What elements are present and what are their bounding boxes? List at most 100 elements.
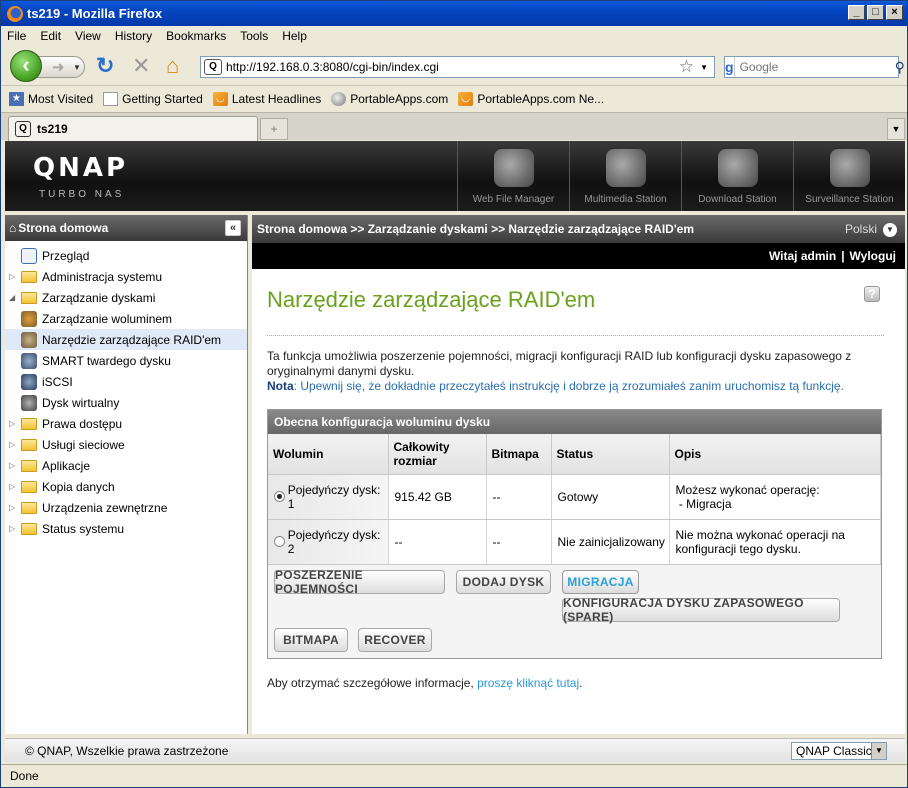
sidebar-item-volume-management[interactable]: Zarządzanie woluminem — [5, 308, 247, 329]
expand-icon[interactable]: ▷ — [9, 461, 21, 470]
sidebar-item-access-rights[interactable]: ▷ Prawa dostępu — [5, 413, 247, 434]
bookmark-portableapps-news[interactable]: ◡ PortableApps.com Ne... — [458, 92, 604, 106]
expand-capacity-button[interactable]: POSZERZENIE POJEMNOŚCI — [274, 568, 445, 596]
sidebar-item-virtual-disk[interactable]: Dysk wirtualny — [5, 392, 247, 413]
chevron-down-icon[interactable]: ▼ — [871, 743, 886, 759]
app-label: Download Station — [698, 194, 777, 205]
menu-view[interactable]: View — [75, 29, 101, 43]
status-text: Done — [10, 769, 39, 783]
volume-radio[interactable] — [274, 536, 285, 547]
sidebar-item-label: Administracja systemu — [42, 269, 163, 284]
sidebar-item-backup[interactable]: ▷ Kopia danych — [5, 476, 247, 497]
sidebar-item-system-status[interactable]: ▷ Status systemu — [5, 518, 247, 539]
new-tab-button[interactable]: + — [260, 118, 288, 140]
raid-tool-icon — [21, 331, 37, 348]
welcome-text: Witaj admin — [768, 249, 837, 263]
url-dropdown-icon[interactable]: ▼ — [700, 63, 708, 72]
maximize-button[interactable]: □ — [867, 5, 884, 20]
table-row[interactable]: Pojedyńczy dysk: 2 -- -- Nie zainicjaliz… — [268, 519, 881, 565]
language-label[interactable]: Polski — [845, 222, 877, 236]
firefox-icon — [7, 5, 23, 22]
bookmark-getting-started[interactable]: Getting Started — [103, 92, 203, 106]
sidebar-item-overview[interactable]: Przegląd — [5, 245, 247, 266]
download-station-button[interactable]: Download Station — [681, 141, 793, 211]
expand-icon[interactable]: ▷ — [9, 419, 21, 428]
reload-icon[interactable]: ↻ — [96, 54, 114, 78]
menu-edit[interactable]: Edit — [40, 29, 61, 43]
expand-icon[interactable]: ▷ — [9, 272, 21, 281]
sidebar-title[interactable]: Strona domowa — [18, 221, 108, 235]
bookmarks-toolbar: ★ Most Visited Getting Started ◡ Latest He… — [1, 87, 907, 111]
recover-button[interactable]: RECOVER — [358, 628, 432, 652]
sidebar-item-applications[interactable]: ▷ Aplikacje — [5, 455, 247, 476]
virtual-disk-icon — [21, 394, 37, 411]
expand-icon[interactable]: ▷ — [9, 503, 21, 512]
forward-button[interactable]: ➜ ▼ — [37, 56, 85, 78]
language-dropdown-icon[interactable]: ▼ — [883, 223, 897, 237]
menu-bookmarks[interactable]: Bookmarks — [166, 29, 226, 43]
web-file-manager-icon — [494, 149, 534, 187]
sidebar-item-smart[interactable]: SMART twardego dysku — [5, 350, 247, 371]
sidebar-item-external-devices[interactable]: ▷ Urządzenia zewnętrzne — [5, 497, 247, 518]
sidebar-item-label: Usługi sieciowe — [42, 437, 125, 452]
google-icon[interactable]: g — [725, 57, 735, 77]
folder-icon — [21, 270, 37, 283]
search-input[interactable] — [734, 60, 895, 74]
menu-file[interactable]: File — [7, 29, 26, 43]
back-button[interactable]: ‹ — [10, 50, 42, 82]
bookmark-latest-headlines[interactable]: ◡ Latest Headlines — [212, 92, 321, 106]
add-disk-button[interactable]: DODAJ DYSK — [456, 570, 551, 594]
sidebar-item-system-admin[interactable]: ▷ Administracja systemu — [5, 266, 247, 287]
home-icon[interactable]: ⌂ — [166, 54, 179, 78]
close-button[interactable]: × — [886, 5, 903, 20]
address-bar[interactable]: Q ☆ ▼ — [200, 56, 715, 78]
stop-icon[interactable]: ✕ — [132, 54, 150, 78]
logout-link[interactable]: Wyloguj — [850, 249, 896, 263]
theme-select[interactable]: QNAP Classic ▼ — [791, 742, 887, 760]
expand-icon[interactable]: ▷ — [9, 440, 21, 449]
surveillance-station-button[interactable]: Surveillance Station — [793, 141, 905, 211]
multimedia-station-button[interactable]: Multimedia Station — [569, 141, 681, 211]
sidebar-item-disk-management[interactable]: ◢ Zarządzanie dyskami — [5, 287, 247, 308]
menu-tools[interactable]: Tools — [240, 29, 268, 43]
title-bar: ts219 - Mozilla Firefox _ □ × — [1, 1, 907, 26]
collapse-sidebar-button[interactable]: « — [225, 220, 241, 236]
more-info-link[interactable]: proszę kliknąć tutaj — [477, 676, 579, 690]
menu-history[interactable]: History — [115, 29, 152, 43]
migrate-button[interactable]: MIGRACJA — [562, 570, 639, 594]
sidebar-item-iscsi[interactable]: iSCSI — [5, 371, 247, 392]
sidebar-item-network-services[interactable]: ▷ Usługi sieciowe — [5, 434, 247, 455]
qnap-logo: QNAP — [33, 153, 129, 183]
rss-icon: ◡ — [212, 92, 228, 106]
expand-icon[interactable]: ▷ — [9, 482, 21, 491]
sidebar-item-label: iSCSI — [42, 374, 73, 389]
browser-window: ts219 - Mozilla Firefox _ □ × File Edit … — [0, 0, 908, 788]
bitmap-cell: -- — [486, 474, 552, 520]
bitmap-button[interactable]: BITMAPA — [274, 628, 348, 652]
collapse-icon[interactable]: ◢ — [9, 293, 21, 302]
volume-radio[interactable] — [274, 491, 285, 502]
bookmark-portableapps[interactable]: PortableApps.com — [331, 92, 448, 106]
tab-ts219[interactable]: Q ts219 — [8, 116, 258, 141]
menu-help[interactable]: Help — [282, 29, 307, 43]
table-row[interactable]: Pojedyńczy dysk: 1 915.42 GB -- Gotowy M… — [268, 474, 881, 520]
history-dropdown-icon[interactable]: ▼ — [73, 63, 81, 72]
globe-icon — [331, 92, 347, 106]
expand-icon[interactable]: ▷ — [9, 524, 21, 533]
web-file-manager-button[interactable]: Web File Manager — [457, 141, 569, 211]
bookmark-star-icon[interactable]: ☆ — [679, 57, 694, 77]
spare-disk-config-button[interactable]: KONFIGURACJA DYSKU ZAPASOWEGO (SPARE) — [562, 596, 840, 624]
search-icon[interactable]: ⚲ — [895, 59, 905, 76]
sidebar-item-raid-management[interactable]: Narzędzie zarządzające RAID'em — [5, 329, 247, 350]
breadcrumb-bar: Strona domowa >> Zarządzanie dyskami >> … — [252, 215, 905, 243]
help-icon[interactable]: ? — [864, 286, 880, 302]
site-identity-icon[interactable]: Q — [204, 59, 222, 75]
download-station-icon — [718, 149, 758, 187]
folder-icon — [21, 501, 37, 514]
url-input[interactable] — [226, 60, 679, 74]
tab-list-button[interactable]: ▼ — [887, 118, 905, 140]
bookmark-label: PortableApps.com Ne... — [477, 92, 605, 106]
minimize-button[interactable]: _ — [848, 5, 865, 20]
bookmark-most-visited[interactable]: ★ Most Visited — [9, 92, 93, 106]
search-box[interactable]: g ⚲ — [724, 56, 905, 78]
